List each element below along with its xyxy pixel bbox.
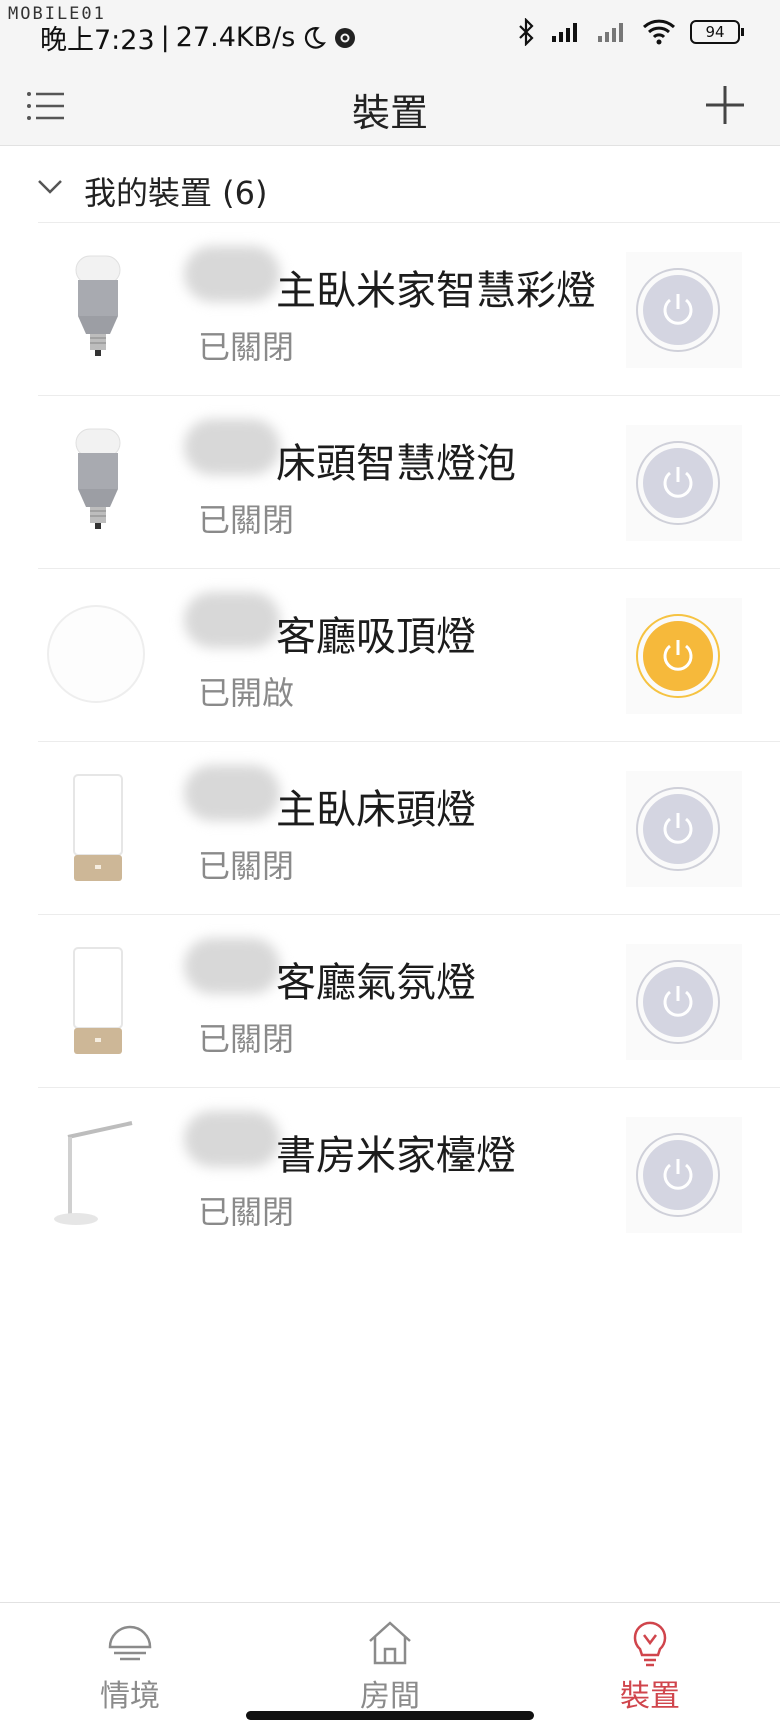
device-state: 已關閉 (198, 501, 295, 539)
home-indicator[interactable] (246, 1711, 534, 1720)
desk-lamp-image (54, 1121, 133, 1225)
device-group-header[interactable]: 我的裝置 (6) (0, 148, 780, 224)
tab-devices[interactable]: 裝置 (570, 1617, 730, 1715)
battery-icon: 94 (690, 20, 744, 44)
status-bar: MOBILE01 晚上7:23 | 27.4KB/s 94 (0, 0, 780, 66)
chrome-icon (335, 27, 356, 48)
status-time: 晚上7:23 (40, 25, 155, 56)
device-list: 主臥米家智慧彩燈 已關閉 床頭智慧燈泡 已關閉 客廳吸頂燈 已開啟 主臥床頭燈 … (0, 222, 780, 1260)
device-group-title: 我的裝置 (6) (84, 174, 268, 212)
lightbulb-icon (633, 1621, 667, 1667)
page-title: 裝置 (351, 91, 428, 135)
list-item[interactable]: 客廳吸頂燈 已開啟 (0, 568, 780, 741)
device-state: 已關閉 (198, 1020, 295, 1058)
bulb-image (75, 428, 121, 529)
bluetooth-icon (519, 18, 534, 46)
redacted-prefix (184, 765, 280, 821)
device-state: 已關閉 (198, 847, 295, 885)
wifi-icon (642, 19, 676, 45)
power-icon (663, 813, 693, 844)
power-icon (663, 467, 693, 498)
tab-label: 房間 (360, 1679, 420, 1714)
scene-lamp-icon (108, 1625, 152, 1661)
power-icon (663, 640, 693, 671)
bedside-lamp-image (73, 947, 123, 1054)
list-item[interactable]: 客廳氣氛燈 已關閉 (0, 914, 780, 1087)
device-state: 已關閉 (198, 1193, 295, 1231)
device-state: 已關閉 (198, 328, 295, 366)
tab-label: 裝置 (620, 1679, 680, 1714)
signal-icon (552, 23, 577, 42)
list-item[interactable]: 床頭智慧燈泡 已關閉 (0, 395, 780, 568)
redacted-prefix (184, 592, 280, 648)
power-toggle-button[interactable] (636, 268, 720, 352)
ceiling-light-image (47, 605, 145, 703)
power-toggle-button[interactable] (636, 614, 720, 698)
power-toggle-button[interactable] (636, 960, 720, 1044)
device-name: 書房米家檯燈 (276, 1133, 516, 1179)
list-item[interactable]: 書房米家檯燈 已關閉 (0, 1087, 780, 1260)
redacted-prefix (184, 246, 280, 302)
tab-rooms[interactable]: 房間 (310, 1617, 470, 1715)
list-item[interactable]: 主臥床頭燈 已關閉 (0, 741, 780, 914)
status-left: 晚上7:23 | 27.4KB/s (40, 18, 357, 57)
status-separator: | (160, 22, 170, 53)
status-right: 94 (516, 18, 744, 46)
device-name: 客廳吸頂燈 (276, 614, 476, 660)
device-name: 客廳氣氛燈 (276, 960, 476, 1006)
tab-label: 情境 (100, 1679, 160, 1714)
power-toggle-button[interactable] (636, 441, 720, 525)
redacted-prefix (184, 419, 280, 475)
device-name: 床頭智慧燈泡 (276, 441, 516, 487)
moon-icon (305, 26, 327, 49)
house-icon (369, 1621, 411, 1665)
list-item[interactable]: 主臥米家智慧彩燈 已關閉 (0, 222, 780, 395)
status-speed: 27.4KB/s (175, 22, 296, 53)
app-bar: 裝置 (0, 66, 780, 146)
power-toggle-button[interactable] (636, 1133, 720, 1217)
redacted-prefix (184, 1111, 280, 1167)
add-device-button[interactable] (702, 82, 748, 128)
device-name: 主臥床頭燈 (276, 787, 476, 833)
redacted-prefix (184, 938, 280, 994)
tab-scenes[interactable]: 情境 (50, 1617, 210, 1715)
device-name: 主臥米家智慧彩燈 (276, 268, 596, 314)
signal-icon (598, 23, 623, 42)
power-icon (663, 1159, 693, 1190)
bedside-lamp-image (73, 774, 123, 881)
power-icon (663, 294, 693, 325)
power-icon (663, 986, 693, 1017)
chevron-down-icon (38, 180, 62, 194)
bulb-image (75, 255, 121, 356)
power-toggle-button[interactable] (636, 787, 720, 871)
device-state: 已開啟 (198, 674, 295, 712)
